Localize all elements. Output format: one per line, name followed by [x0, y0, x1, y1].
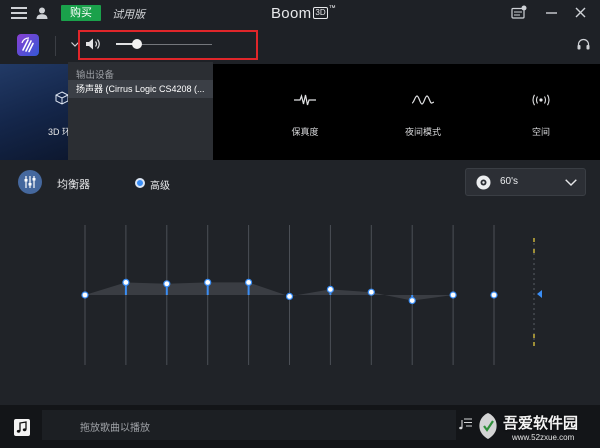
- highlight-box: [78, 30, 258, 60]
- chevron-down-icon: [565, 179, 577, 186]
- preamp-pointer[interactable]: [537, 290, 542, 298]
- eq-band-knob[interactable]: [449, 291, 457, 299]
- ambience-icon: [532, 94, 550, 106]
- menu-icon[interactable]: [11, 7, 27, 19]
- eq-band-knob[interactable]: [285, 292, 294, 300]
- brand-tm: ™: [328, 5, 336, 12]
- eq-band-knob[interactable]: [326, 285, 334, 293]
- disc-icon: [476, 175, 491, 190]
- playlist-icon[interactable]: [459, 418, 472, 430]
- brand-name: Boom: [271, 4, 312, 22]
- user-icon[interactable]: [36, 7, 48, 19]
- equalizer-icon[interactable]: [18, 170, 42, 194]
- effect-night-mode[interactable]: 夜间模式: [383, 64, 463, 160]
- buy-button[interactable]: 购买: [61, 5, 101, 21]
- eq-band-knob[interactable]: [490, 291, 498, 299]
- app-logo: Boom 3D ™: [271, 4, 336, 22]
- eq-band-knob[interactable]: [408, 297, 416, 305]
- equalizer-title: 均衡器: [57, 179, 90, 191]
- advanced-mode-radio[interactable]: [135, 178, 145, 188]
- preset-dropdown[interactable]: 60's: [465, 168, 586, 196]
- trial-label: 试用版: [112, 9, 145, 21]
- output-device-item[interactable]: 扬声器 (Cirrus Logic CS4208 (...: [68, 80, 213, 98]
- minimize-button[interactable]: [546, 12, 557, 14]
- eq-band-knob[interactable]: [163, 280, 171, 288]
- fidelity-wave-icon: [294, 94, 316, 106]
- night-mode-wave-icon: [412, 95, 434, 105]
- eq-band-knob[interactable]: [122, 278, 130, 286]
- close-button[interactable]: [575, 7, 586, 18]
- equalizer-graph[interactable]: [0, 215, 600, 375]
- effect-label: 空间: [531, 127, 550, 137]
- cube-icon: [55, 91, 69, 105]
- watermark-logo: [479, 413, 497, 439]
- eq-band-knob[interactable]: [81, 291, 89, 299]
- effect-ambience[interactable]: 空间: [501, 64, 581, 160]
- watermark-url: www.52zxue.com: [512, 433, 575, 442]
- effect-label: 夜间模式: [404, 127, 441, 137]
- output-device-menu: 输出设备 扬声器 (Cirrus Logic CS4208 (...: [68, 62, 213, 160]
- sliders-icon: [24, 176, 36, 188]
- eq-band-knob[interactable]: [204, 278, 212, 286]
- app-icon[interactable]: [17, 34, 39, 56]
- message-icon[interactable]: [511, 5, 527, 19]
- drop-hint: 拖放歌曲以播放: [80, 423, 150, 434]
- advanced-mode-label[interactable]: 高级: [150, 177, 170, 192]
- eq-band-knob[interactable]: [367, 288, 375, 296]
- toolbar-divider: [55, 36, 56, 56]
- output-device-heading: 输出设备: [76, 70, 115, 81]
- music-note-icon[interactable]: [14, 419, 30, 436]
- effect-label: 保真度: [291, 127, 319, 137]
- preset-label: 60's: [500, 176, 519, 187]
- eq-band-knob[interactable]: [245, 278, 253, 286]
- effect-fidelity[interactable]: 保真度: [265, 64, 345, 160]
- headphone-icon[interactable]: [577, 38, 590, 50]
- watermark-name: 吾爱软件园: [503, 415, 579, 432]
- brand-mark: 3D: [313, 7, 328, 19]
